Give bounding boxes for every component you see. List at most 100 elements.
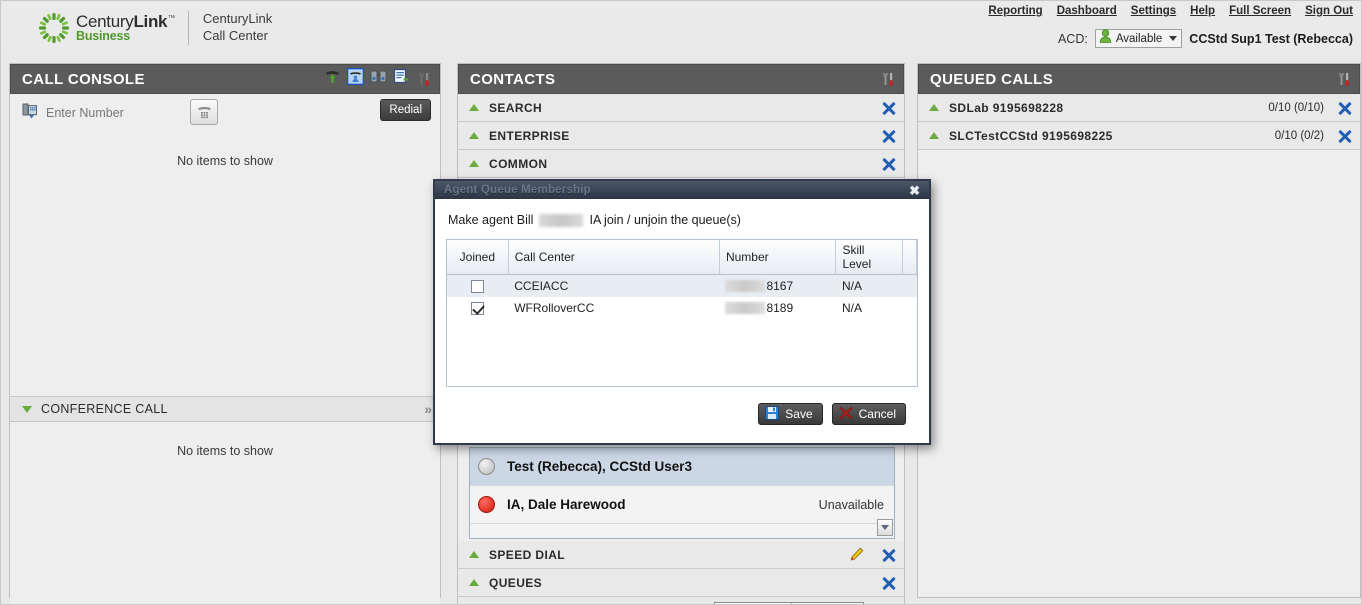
chevron-expand-icon[interactable] <box>469 104 479 111</box>
queue-list-icon[interactable] <box>393 68 410 90</box>
contacts-title: CONTACTS <box>470 70 556 88</box>
chevron-down-icon <box>1169 36 1178 41</box>
conference-call-body: No items to show <box>10 422 440 604</box>
edit-pencil-icon[interactable] <box>849 547 864 562</box>
contacts-list[interactable]: Test (Rebecca), CCStd User3 IA, Dale Har… <box>469 447 895 539</box>
dialog-description-prefix: Make agent Bill <box>448 213 534 227</box>
acd-status-select[interactable]: Available <box>1094 29 1183 48</box>
nav-reporting[interactable]: Reporting <box>988 5 1042 17</box>
chevron-expand-icon[interactable] <box>469 579 479 586</box>
close-queue-icon[interactable] <box>1338 129 1352 143</box>
close-section-icon[interactable] <box>882 576 896 590</box>
cell-joined <box>447 274 509 297</box>
call-console-body: No items to show <box>10 132 440 396</box>
contacts-section-queues[interactable]: QUEUES <box>458 569 904 597</box>
chevron-collapse-icon[interactable] <box>22 405 32 413</box>
redacted-name <box>539 213 584 227</box>
conference-call-header[interactable]: CONFERENCE CALL » <box>10 396 440 422</box>
cancel-button-label: Cancel <box>858 407 896 421</box>
call-console-title: CALL CONSOLE <box>22 70 145 88</box>
dial-phone-icon <box>22 103 39 124</box>
contact-name: IA, Dale Harewood <box>507 497 626 512</box>
cell-skill-level: N/A <box>835 296 903 319</box>
queued-call-row[interactable]: SLCTestCCStd 9195698225 0/10 (0/2) <box>918 122 1360 150</box>
enter-number-input[interactable]: Enter Number <box>22 103 124 124</box>
queued-calls-title: QUEUED CALLS <box>930 70 1054 88</box>
contacts-section-directories[interactable]: DIRECTORIES Enterprise <box>458 597 904 604</box>
list-item[interactable]: IA, Dale Harewood Unavailable <box>470 486 894 524</box>
queue-name: SDLab 9195698228 <box>949 100 1064 115</box>
contacts-header: CONTACTS <box>458 64 904 94</box>
brand-business: Business <box>76 29 130 44</box>
acd-status-row: ACD: Available CCStd Sup1 Test (Rebecca) <box>1058 29 1353 48</box>
presence-dot-icon <box>478 458 495 475</box>
chevron-expand-icon[interactable] <box>929 104 939 111</box>
cancel-button[interactable]: Cancel <box>831 403 906 425</box>
dial-row: Enter Number Redial <box>10 94 440 132</box>
transfer-to-voicemail-icon[interactable] <box>324 68 341 90</box>
contacts-section-search[interactable]: SEARCH <box>458 94 904 122</box>
close-icon[interactable]: ✖ <box>907 184 922 197</box>
queued-call-row[interactable]: SDLab 9195698228 0/10 (0/10) <box>918 94 1360 122</box>
dialog-description: Make agent Bill IA join / unjoin the que… <box>448 213 918 227</box>
redacted-number-prefix <box>725 280 766 293</box>
table-header-row: Joined Call Center Number Skill Level <box>447 240 917 275</box>
app-title-line2: Call Center <box>202 28 268 43</box>
close-queue-icon[interactable] <box>1338 101 1352 115</box>
redacted-number-prefix <box>725 302 766 315</box>
table-row[interactable]: WFRolloverCC 8189 N/A <box>447 296 917 319</box>
dialog-title: Agent Queue Membership <box>444 184 591 196</box>
contacts-section-enterprise[interactable]: ENTERPRISE <box>458 122 904 150</box>
dialog-title-bar[interactable]: Agent Queue Membership ✖ <box>435 181 929 199</box>
close-section-icon[interactable] <box>882 101 896 115</box>
close-section-icon[interactable] <box>882 157 896 171</box>
cancel-x-icon <box>839 405 853 423</box>
contacts-section-common[interactable]: COMMON <box>458 150 904 178</box>
cell-call-center: WFRolloverCC <box>508 296 720 319</box>
chevron-expand-icon[interactable] <box>469 132 479 139</box>
monitor-icon[interactable] <box>370 68 387 90</box>
scroll-down-button[interactable] <box>877 519 893 536</box>
nav-dashboard[interactable]: Dashboard <box>1057 5 1117 17</box>
cell-number-value: 8167 <box>766 278 794 293</box>
dialog-footer: Save Cancel <box>446 387 918 425</box>
joined-checkbox[interactable] <box>471 279 485 293</box>
brand-name: CenturyLink™ <box>76 13 175 31</box>
cell-joined <box>447 296 509 319</box>
nav-sign-out[interactable]: Sign Out <box>1305 5 1353 17</box>
column-header-spacer <box>902 240 917 275</box>
nav-help[interactable]: Help <box>1190 5 1215 17</box>
chevron-expand-icon[interactable] <box>469 160 479 167</box>
save-button[interactable]: Save <box>758 403 823 425</box>
close-section-icon[interactable] <box>882 129 896 143</box>
chevron-expand-icon[interactable] <box>929 132 939 139</box>
contacts-options-wrench-icon[interactable] <box>880 72 895 87</box>
brand-name-link: Link <box>133 11 168 31</box>
brand-name-century: Century <box>76 11 134 31</box>
conference-call-title: CONFERENCE CALL <box>41 402 168 416</box>
dialpad-button[interactable] <box>190 99 218 125</box>
chevron-expand-icon[interactable] <box>469 551 479 558</box>
queue-counts: 0/10 (0/2) <box>1274 129 1324 142</box>
options-wrench-icon[interactable] <box>416 72 431 87</box>
nav-settings[interactable]: Settings <box>1131 5 1176 17</box>
contacts-section-speed-dial[interactable]: SPEED DIAL <box>458 541 904 569</box>
nav-full-screen[interactable]: Full Screen <box>1229 5 1291 17</box>
expand-arrow-icon[interactable]: » <box>424 401 432 417</box>
joined-checkbox[interactable] <box>471 301 485 315</box>
section-label: SEARCH <box>489 100 543 115</box>
column-header-joined: Joined <box>447 240 509 275</box>
close-section-icon[interactable] <box>882 548 896 562</box>
queue-membership-table: Joined Call Center Number Skill Level CC… <box>446 239 918 387</box>
cell-number-value: 8189 <box>766 300 794 315</box>
list-item[interactable]: Test (Rebecca), CCStd User3 <box>470 448 894 486</box>
redial-button[interactable]: Redial <box>380 99 431 121</box>
top-bar: CenturyLink™ Business CenturyLink Call C… <box>1 1 1361 53</box>
brand-trademark: ™ <box>167 13 175 23</box>
centurylink-logo-icon <box>37 11 71 45</box>
directory-select[interactable]: Enterprise <box>714 601 864 604</box>
queued-options-wrench-icon[interactable] <box>1336 72 1351 87</box>
conference-call-empty-text: No items to show <box>177 444 273 458</box>
answer-call-icon[interactable] <box>346 67 365 90</box>
table-row[interactable]: CCEIACC 8167 N/A <box>447 274 917 297</box>
